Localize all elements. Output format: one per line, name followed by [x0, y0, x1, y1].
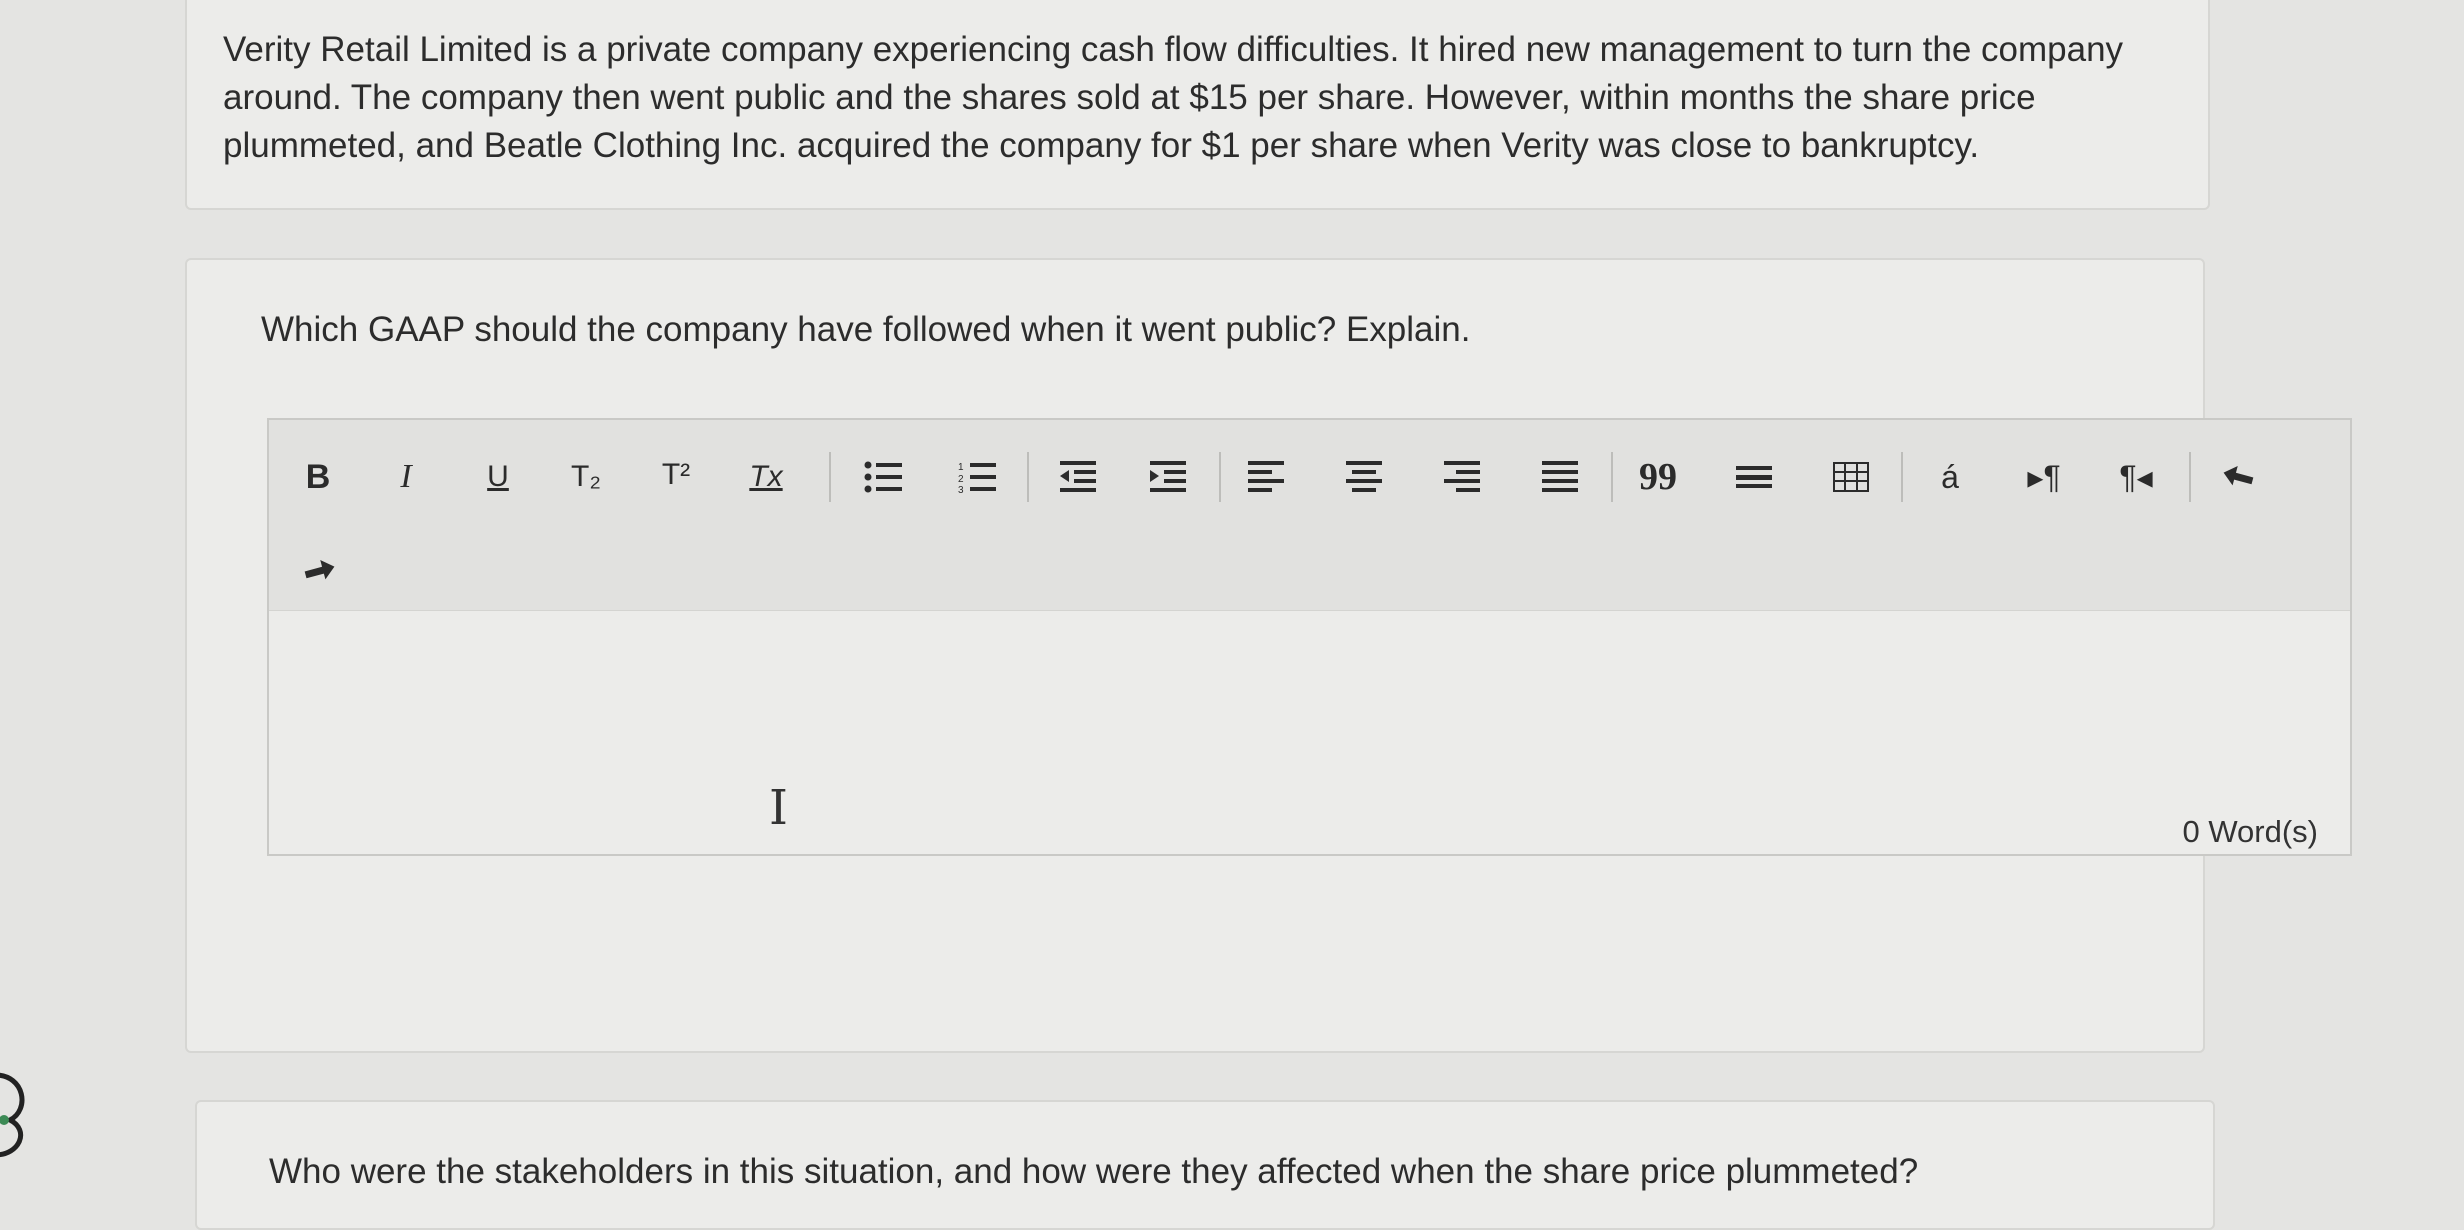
numbered-list-icon[interactable]: 123: [951, 450, 1005, 504]
redo-icon[interactable]: [291, 544, 345, 598]
editor-text-area[interactable]: I: [269, 610, 2350, 836]
align-right-icon[interactable]: [1435, 450, 1489, 504]
question-prompt: Which GAAP should the company have follo…: [261, 310, 1471, 349]
undo-icon[interactable]: [2213, 450, 2267, 504]
rich-text-editor: B I U T₂ T² Tx 123 99 á ▸¶ ¶◂ I 0 Word(s…: [267, 418, 2352, 856]
word-count: 0 Word(s): [2182, 814, 2318, 849]
outdent-icon[interactable]: [1051, 450, 1105, 504]
editor-toolbar: B I U T₂ T² Tx 123 99 á ▸¶ ¶◂: [269, 420, 2350, 611]
passage-card: Verity Retail Limited is a private compa…: [185, 0, 2210, 210]
special-character-icon[interactable]: á: [1923, 450, 1977, 504]
svg-text:1: 1: [958, 462, 964, 473]
rtl-icon[interactable]: ¶◂: [2109, 450, 2163, 504]
ltr-icon[interactable]: ▸¶: [2017, 450, 2071, 504]
bookmark-icon[interactable]: [0, 1070, 40, 1160]
blockquote-icon[interactable]: 99: [1631, 450, 1685, 504]
toolbar-divider: [1901, 452, 1903, 502]
svg-text:3: 3: [958, 485, 964, 494]
toolbar-divider: [1611, 452, 1613, 502]
justify-icon[interactable]: [1533, 450, 1587, 504]
superscript-icon[interactable]: T²: [649, 448, 703, 502]
question-prompt-2: Who were the stakeholders in this situat…: [269, 1152, 1919, 1191]
toolbar-divider: [1027, 452, 1029, 502]
toolbar-divider: [1219, 452, 1221, 502]
editor-status-bar: 0 Word(s): [269, 798, 2350, 854]
clear-format-icon[interactable]: Tx: [739, 450, 793, 504]
underline-icon[interactable]: U: [471, 450, 525, 504]
toolbar-divider: [2189, 452, 2191, 502]
horizontal-rule-icon[interactable]: [1727, 450, 1781, 504]
passage-text: Verity Retail Limited is a private compa…: [223, 30, 2124, 165]
table-icon[interactable]: [1824, 450, 1878, 504]
question-card-2: Who were the stakeholders in this situat…: [195, 1100, 2215, 1230]
italic-icon[interactable]: I: [379, 450, 433, 504]
question-card: Which GAAP should the company have follo…: [185, 258, 2352, 1053]
bold-icon[interactable]: B: [291, 450, 345, 504]
svg-text:2: 2: [958, 474, 964, 485]
align-center-icon[interactable]: [1337, 450, 1391, 504]
bulleted-list-icon[interactable]: [857, 450, 911, 504]
toolbar-divider: [829, 452, 831, 502]
indent-icon[interactable]: [1141, 450, 1195, 504]
align-left-icon[interactable]: [1239, 450, 1293, 504]
subscript-icon[interactable]: T₂: [559, 450, 613, 504]
